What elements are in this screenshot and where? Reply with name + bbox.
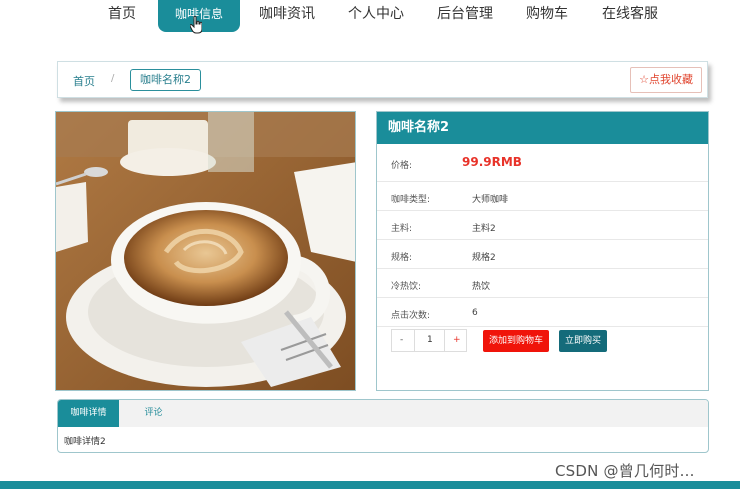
- spec-value: 规格2: [472, 253, 496, 263]
- breadcrumb-current: 咖啡名称2: [130, 69, 201, 91]
- watermark: CSDN @曾几何时…: [555, 462, 695, 480]
- temperature-row: 冷热饮: 热饮: [377, 269, 708, 298]
- quantity-increase-button[interactable]: +: [453, 335, 461, 345]
- nav-item-home[interactable]: 首页: [102, 0, 142, 32]
- main-ingredient-label: 主料:: [391, 224, 413, 234]
- breadcrumb-home-link[interactable]: 首页: [73, 73, 95, 89]
- spec-row: 规格: 规格2: [377, 240, 708, 269]
- click-count-label: 点击次数:: [391, 311, 431, 321]
- price-label: 价格:: [391, 161, 413, 171]
- tab-bar: 咖啡详情 评论: [58, 400, 708, 427]
- favorite-button[interactable]: ☆点我收藏: [630, 67, 702, 93]
- main-ingredient-row: 主料: 主料2: [377, 211, 708, 240]
- stepper-divider: [444, 330, 445, 351]
- product-info-panel: 咖啡名称2 价格: 99.9RMB 咖啡类型: 大师咖啡 主料: 主料2 规格:…: [376, 111, 709, 391]
- nav-item-cart[interactable]: 购物车: [521, 0, 573, 32]
- breadcrumb-bar: 首页 / 咖啡名称2 ☆点我收藏: [57, 61, 708, 98]
- stepper-divider: [414, 330, 415, 351]
- nav-item-personal-center[interactable]: 个人中心: [343, 0, 409, 32]
- hand-cursor-icon: [190, 16, 202, 34]
- click-count-value: 6: [472, 308, 478, 318]
- price-value: 99.9RMB: [462, 155, 522, 169]
- nav-item-online-service[interactable]: 在线客服: [597, 0, 663, 32]
- footer-bar: [0, 481, 740, 489]
- quantity-stepper: - 1 +: [391, 329, 467, 352]
- temperature-value: 热饮: [472, 282, 491, 292]
- product-image: [55, 111, 356, 391]
- click-count-row: 点击次数: 6: [377, 298, 708, 327]
- breadcrumb-separator: /: [111, 73, 115, 84]
- tab-content: 咖啡详情2: [64, 437, 106, 447]
- detail-tabs: 咖啡详情 评论 咖啡详情2: [57, 399, 709, 453]
- main-ingredient-value: 主料2: [472, 224, 496, 234]
- product-title: 咖啡名称2: [377, 112, 708, 144]
- quantity-decrease-button[interactable]: -: [400, 335, 403, 345]
- buy-now-button[interactable]: 立即购买: [559, 330, 608, 352]
- spec-label: 规格:: [391, 253, 413, 263]
- price-row: 价格: 99.9RMB: [377, 144, 708, 182]
- nav-item-coffee-news[interactable]: 咖啡资讯: [254, 0, 320, 32]
- quantity-input[interactable]: 1: [427, 335, 433, 345]
- add-to-cart-button[interactable]: 添加到购物车: [483, 330, 550, 352]
- tab-comments[interactable]: 评论: [131, 400, 176, 427]
- nav-item-admin[interactable]: 后台管理: [432, 0, 498, 32]
- coffee-type-row: 咖啡类型: 大师咖啡: [377, 182, 708, 211]
- temperature-label: 冷热饮:: [391, 282, 422, 292]
- top-nav: 首页 咖啡信息 咖啡资讯 个人中心 后台管理 购物车 在线客服: [0, 0, 740, 34]
- tab-coffee-details[interactable]: 咖啡详情: [58, 400, 119, 427]
- coffee-type-value: 大师咖啡: [472, 195, 509, 205]
- coffee-type-label: 咖啡类型:: [391, 195, 431, 205]
